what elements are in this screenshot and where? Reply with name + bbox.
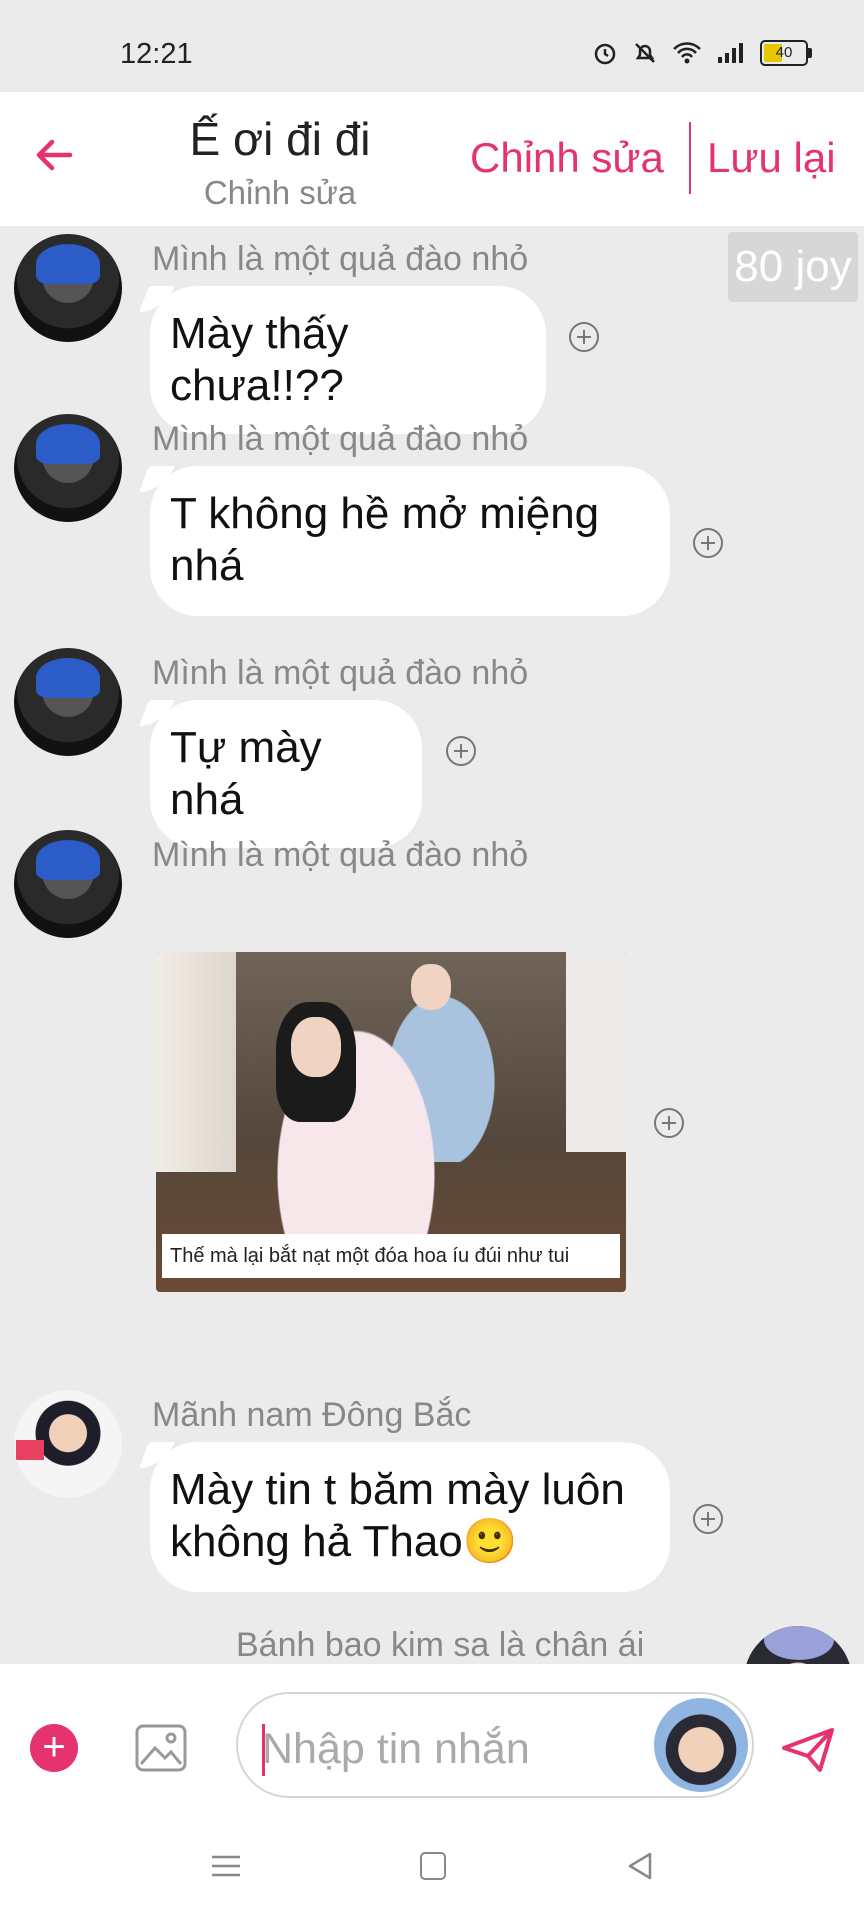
sender-name: Mình là một quả đào nhỏ: [152, 420, 529, 458]
message-bubble[interactable]: T không hề mở miệng nhá: [150, 466, 670, 616]
system-navbar: [0, 1804, 864, 1920]
avatar[interactable]: [14, 414, 122, 522]
status-bar: 12:21 40: [0, 0, 864, 92]
composer-bar: + Nhập tin nhắn: [0, 1664, 864, 1804]
save-button[interactable]: Lưu lại: [707, 134, 836, 182]
signal-icon: [718, 43, 743, 63]
message-input[interactable]: Nhập tin nhắn: [236, 1692, 754, 1798]
avatar[interactable]: [14, 648, 122, 756]
header-divider: [689, 122, 691, 194]
sender-name: Bánh bao kim sa là chân ái: [236, 1626, 645, 1664]
chat-title: Ế ơi đi đi: [189, 113, 371, 165]
joy-badge: 80 joy: [728, 232, 858, 302]
image-detail: [566, 952, 626, 1152]
add-reaction-icon[interactable]: [654, 1108, 684, 1138]
chat-subtitle: Chỉnh sửa: [203, 174, 357, 211]
add-reaction-icon[interactable]: [569, 322, 599, 352]
image-detail: [291, 1017, 341, 1077]
back-triangle-icon[interactable]: [626, 1852, 654, 1880]
menu-icon[interactable]: [212, 1854, 240, 1878]
add-reaction-icon[interactable]: [693, 528, 723, 558]
edit-button[interactable]: Chỉnh sửa: [470, 134, 664, 182]
message-bubble[interactable]: Mày thấy chưa!!??: [150, 286, 546, 434]
chat-header: Ế ơi đi đi Chỉnh sửa Chỉnh sửa Lưu lại: [0, 92, 864, 226]
input-placeholder: Nhập tin nhắn: [262, 1725, 530, 1773]
add-reaction-icon[interactable]: [693, 1504, 723, 1534]
send-icon[interactable]: [780, 1726, 836, 1774]
image-message[interactable]: Thế mà lại bắt nạt một đóa hoa íu đúi nh…: [156, 952, 626, 1292]
sender-name: Mình là một quả đào nhỏ: [152, 240, 529, 278]
wifi-icon: [673, 42, 701, 64]
mute-bell-icon: [635, 43, 655, 63]
add-button[interactable]: +: [30, 1724, 78, 1772]
message-bubble[interactable]: Tự mày nhá: [150, 700, 422, 848]
alarm-icon: [594, 43, 616, 65]
status-icons: 40: [592, 40, 812, 66]
avatar[interactable]: [14, 234, 122, 342]
image-caption: Thế mà lại bắt nạt một đóa hoa íu đúi nh…: [162, 1234, 620, 1278]
avatar[interactable]: [14, 1390, 122, 1498]
home-icon[interactable]: [420, 1852, 446, 1880]
sender-name: Mình là một quả đào nhỏ: [152, 836, 529, 874]
avatar[interactable]: [14, 830, 122, 938]
message-list[interactable]: 80 joy Mình là một quả đào nhỏ Mày thấy …: [0, 226, 864, 1664]
status-time: 12:21: [120, 38, 193, 70]
back-arrow-icon[interactable]: [30, 130, 80, 180]
sender-name: Mình là một quả đào nhỏ: [152, 654, 529, 692]
battery-icon: 40: [760, 40, 812, 66]
add-reaction-icon[interactable]: [446, 736, 476, 766]
avatar[interactable]: [744, 1626, 852, 1664]
sticker-avatar[interactable]: [654, 1698, 748, 1792]
sender-name: Mãnh nam Đông Bắc: [152, 1396, 472, 1434]
image-detail: [156, 952, 236, 1172]
image-icon[interactable]: [135, 1724, 187, 1772]
message-bubble[interactable]: Mày tin t băm mày luôn không hả Thao🙂: [150, 1442, 670, 1592]
